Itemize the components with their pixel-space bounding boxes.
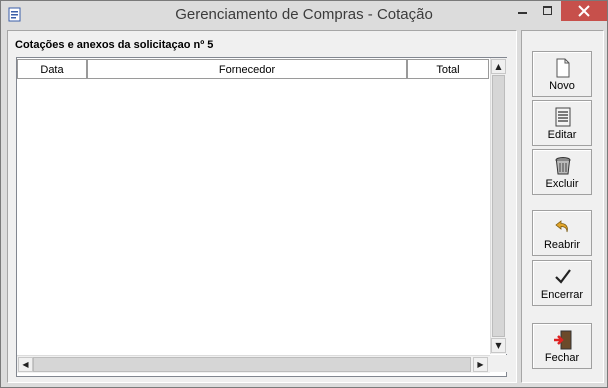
scrollbar-corner	[490, 355, 507, 372]
main-window: Gerenciamento de Compras - Cotação Cotaç…	[0, 0, 608, 388]
vertical-scrollbar[interactable]: ▲ ▼	[490, 58, 507, 354]
exit-door-icon	[554, 330, 572, 350]
minimize-button[interactable]	[509, 1, 535, 21]
scroll-right-icon[interactable]: ▶	[473, 357, 488, 372]
editar-label: Editar	[547, 129, 577, 141]
checkmark-icon	[555, 269, 571, 284]
close-button[interactable]	[561, 1, 607, 21]
fechar-button[interactable]: Fechar	[532, 323, 592, 369]
encerrar-label: Encerrar	[540, 289, 584, 301]
maximize-button[interactable]	[535, 1, 561, 21]
excluir-button[interactable]: Excluir	[532, 149, 592, 195]
actions-panel: Novo Editar Excluir Reabrir Encerrar Fec…	[521, 30, 604, 383]
novo-button[interactable]: Novo	[532, 51, 592, 97]
reabrir-button[interactable]: Reabrir	[532, 210, 592, 256]
scroll-up-icon[interactable]: ▲	[491, 59, 506, 74]
close-icon	[578, 5, 590, 17]
scroll-left-icon[interactable]: ◀	[18, 357, 33, 372]
column-header-data[interactable]: Data	[17, 59, 87, 79]
title-bar: Gerenciamento de Compras - Cotação	[1, 1, 607, 30]
new-document-icon	[556, 58, 570, 78]
vertical-scroll-thumb[interactable]	[492, 75, 505, 337]
panel-heading: Cotações e anexos da solicitaçao nº 5	[15, 39, 214, 51]
cotacoes-panel: Cotações e anexos da solicitaçao nº 5 Da…	[7, 30, 517, 383]
trash-icon	[555, 157, 571, 175]
cotacoes-grid[interactable]: Data Fornecedor Total ▲ ▼ ◀ ▶	[16, 57, 507, 377]
column-header-fornecedor[interactable]: Fornecedor	[87, 59, 407, 79]
scroll-down-icon[interactable]: ▼	[491, 338, 506, 353]
editar-button[interactable]: Editar	[532, 100, 592, 146]
edit-list-icon	[555, 107, 571, 127]
fechar-label: Fechar	[544, 352, 580, 364]
encerrar-button[interactable]: Encerrar	[532, 260, 592, 306]
excluir-label: Excluir	[545, 178, 579, 190]
horizontal-scroll-thumb[interactable]	[33, 357, 471, 372]
column-header-total[interactable]: Total	[407, 59, 489, 79]
novo-label: Novo	[549, 80, 575, 92]
undo-arrow-icon	[555, 220, 568, 233]
reabrir-label: Reabrir	[543, 239, 581, 251]
horizontal-scrollbar[interactable]: ◀ ▶	[17, 355, 490, 373]
